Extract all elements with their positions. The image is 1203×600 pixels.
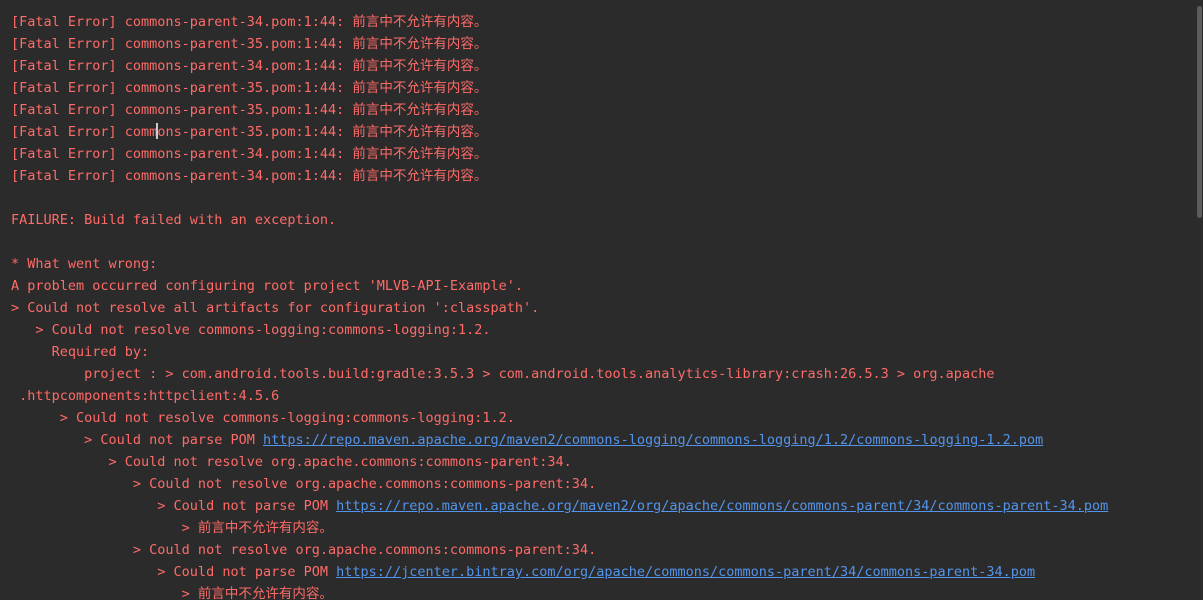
console-line: Required by: [11,344,150,360]
console-line: project : > com.android.tools.build:grad… [11,366,995,382]
console-line: > Could not resolve commons-logging:comm… [11,410,515,426]
console-line: > Could not parse POM https://repo.maven… [11,429,1189,451]
vertical-scrollbar[interactable] [1196,0,1203,600]
console-text: > Could not parse POM [11,432,263,448]
console-line: .httpcomponents:httpclient:4.5.6 [11,388,280,404]
failure-message: FAILURE: Build failed with an exception. [11,212,337,228]
console-line: A problem occurred configuring root proj… [11,278,524,294]
pom-url-link[interactable]: https://repo.maven.apache.org/maven2/com… [263,432,1043,448]
console-line: [Fatal Error] commons-parent-35.pom:1:44… [11,121,1189,143]
console-line: > Could not resolve commons-logging:comm… [11,322,491,338]
console-line: > Could not parse POM https://jcenter.bi… [11,561,1189,583]
pom-url-link[interactable]: https://repo.maven.apache.org/maven2/org… [336,498,1108,514]
console-line: [Fatal Error] commons-parent-35.pom:1:44… [11,102,488,118]
console-line: * What went wrong: [11,256,158,272]
console-line: [Fatal Error] commons-parent-35.pom:1:44… [11,36,488,52]
console-line: > Could not resolve org.apache.commons:c… [11,542,597,558]
console-line: > 前言中不允许有内容。 [11,520,333,536]
console-line: > Could not resolve all artifacts for co… [11,300,540,316]
console-line: [Fatal Error] commons-parent-34.pom:1:44… [11,168,488,184]
console-line: > Could not resolve org.apache.commons:c… [11,476,597,492]
console-text: > Could not parse POM [11,564,337,580]
console-lines: [Fatal Error] commons-parent-34.pom:1:44… [11,0,1189,600]
console-line: > 前言中不允许有内容。 [11,586,333,600]
console-text: ons-parent-35.pom:1:44: 前言中不允许有内容。 [157,124,488,140]
console-line: > Could not parse POM https://repo.maven… [11,495,1189,517]
console-line: [Fatal Error] commons-parent-34.pom:1:44… [11,146,488,162]
scrollbar-thumb[interactable] [1197,6,1202,218]
console-line: [Fatal Error] commons-parent-34.pom:1:44… [11,58,488,74]
console-text: [Fatal Error] comm [11,124,158,140]
console-line: [Fatal Error] commons-parent-35.pom:1:44… [11,80,488,96]
console-text: > Could not parse POM [11,498,337,514]
build-output-console[interactable]: [Fatal Error] commons-parent-34.pom:1:44… [0,0,1203,600]
console-line: [Fatal Error] commons-parent-34.pom:1:44… [11,14,488,30]
console-line: > Could not resolve org.apache.commons:c… [11,454,572,470]
pom-url-link[interactable]: https://jcenter.bintray.com/org/apache/c… [336,564,1035,580]
